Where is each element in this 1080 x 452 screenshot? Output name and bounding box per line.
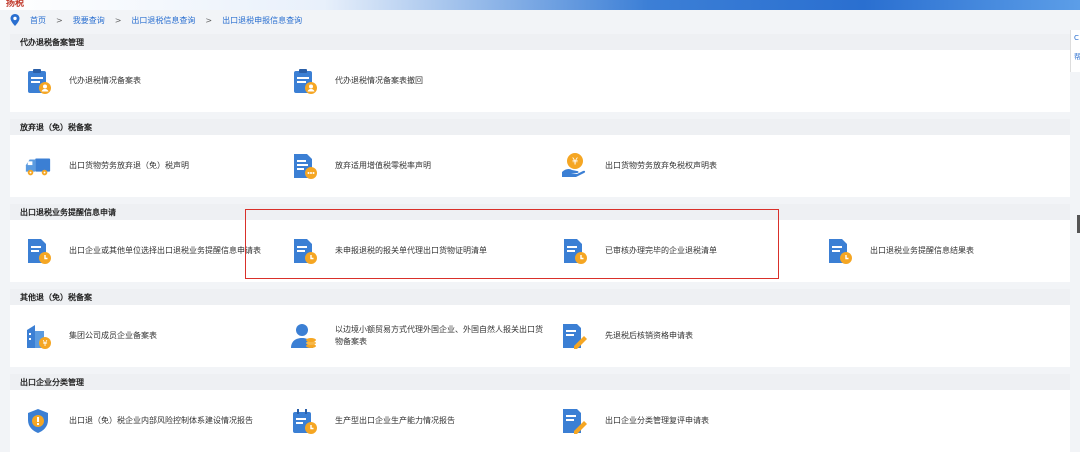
breadcrumb-home[interactable]: 首页 (30, 15, 46, 26)
menu-item-agency-record-withdraw[interactable]: 代办退税情况备案表撤回 (290, 50, 423, 112)
menu-item-label: 放弃适用增值税零税率声明 (335, 161, 431, 170)
document-clock-icon (825, 237, 853, 265)
document-clock-icon (24, 237, 52, 265)
section-agency-refund: 代办退税备案管理 代办退税情况备案表 代办退税情况备案表撤回 (10, 34, 1070, 112)
side-help-tab[interactable]: C 帮 (1070, 30, 1080, 72)
logo: 扬税 (6, 0, 25, 9)
money-hand-icon: ¥ (560, 152, 588, 180)
document-chat-icon (290, 152, 318, 180)
menu-item-label: 已审核办理完毕的企业退税清单 (605, 246, 717, 255)
section-other-refund: 其他退（免）税备案 ¥ 集团公司成员企业备案表 以边境小额贸易方式代理外国企业、… (10, 289, 1070, 367)
menu-item-label: 代办退税情况备案表撤回 (335, 76, 423, 85)
breadcrumb-current: 出口退税申报信息查询 (222, 15, 303, 25)
section-row: 出口货物劳务放弃退（免）税声明 放弃适用增值税零税率声明 ¥ 出口货物劳务放弃免… (10, 135, 1070, 197)
menu-item-reminder-result[interactable]: 出口退税业务提醒信息结果表 (825, 220, 974, 282)
clipboard-user-icon (24, 67, 52, 95)
section-waive-refund: 放弃退（免）税备案 出口货物劳务放弃退（免）税声明 放弃适用增值税零税率声明 ¥… (10, 119, 1070, 197)
menu-item-label: 出口货物劳务放弃免税权声明表 (605, 161, 717, 170)
menu-item-risk-control-report[interactable]: 出口退（免）税企业内部风险控制体系建设情况报告 (24, 390, 253, 452)
breadcrumb-separator: > (205, 15, 213, 25)
menu-item-border-trade-record[interactable]: 以边境小额贸易方式代理外国企业、外国自然人报关出口货物备案表 (290, 305, 545, 367)
menu-item-label: 集团公司成员企业备案表 (69, 331, 157, 340)
menu-item-label: 出口企业分类管理复评申请表 (605, 416, 709, 425)
menu-item-label: 出口企业或其他单位选择出口退税业务提醒信息申请表 (69, 246, 261, 255)
menu-item-waive-declaration[interactable]: 出口货物劳务放弃退（免）税声明 (24, 135, 189, 197)
menu-item-reminder-apply-form[interactable]: 出口企业或其他单位选择出口退税业务提醒信息申请表 (24, 220, 261, 282)
menu-item-label: 生产型出口企业生产能力情况报告 (335, 416, 455, 425)
section-title: 其他退（免）税备案 (10, 289, 1070, 305)
section-classification: 出口企业分类管理 出口退（免）税企业内部风险控制体系建设情况报告 生产型出口企业… (10, 374, 1070, 452)
menu-item-label: 出口货物劳务放弃退（免）税声明 (69, 161, 189, 170)
section-row: 出口企业或其他单位选择出口退税业务提醒信息申请表 未申报退税的报关单代理出口货物… (10, 220, 1070, 282)
section-row: ¥ 集团公司成员企业备案表 以边境小额贸易方式代理外国企业、外国自然人报关出口货… (10, 305, 1070, 367)
section-row: 代办退税情况备案表 代办退税情况备案表撤回 (10, 50, 1070, 112)
section-reminder-apply: 出口退税业务提醒信息申请 出口企业或其他单位选择出口退税业务提醒信息申请表 未申… (10, 204, 1070, 282)
svg-text:¥: ¥ (572, 157, 578, 168)
menu-item-group-member-record[interactable]: ¥ 集团公司成员企业备案表 (24, 305, 157, 367)
shield-exclamation-icon (24, 407, 52, 435)
breadcrumb-separator: > (114, 15, 122, 25)
top-banner: 扬税 (0, 0, 1080, 10)
menu-item-label: 先退税后核销资格申请表 (605, 331, 693, 340)
menu-item-approved-refund-list[interactable]: 已审核办理完毕的企业退税清单 (560, 220, 717, 282)
breadcrumb: 首页 > 我要查询 > 出口退税信息查询 > 出口退税申报信息查询 (0, 10, 1080, 30)
building-yuan-icon: ¥ (24, 322, 52, 350)
document-pen-icon (560, 407, 588, 435)
menu-item-undeclared-customs-list[interactable]: 未申报退税的报关单代理出口货物证明清单 (290, 220, 487, 282)
breadcrumb-separator: > (56, 15, 63, 25)
section-title: 放弃退（免）税备案 (10, 119, 1070, 135)
svg-text:¥: ¥ (42, 339, 47, 348)
clipboard-user-icon (290, 67, 318, 95)
person-coins-icon (290, 322, 318, 350)
menu-item-label: 代办退税情况备案表 (69, 76, 141, 85)
location-pin-icon (10, 14, 20, 26)
menu-item-waive-exemption[interactable]: ¥ 出口货物劳务放弃免税权声明表 (560, 135, 717, 197)
section-title: 出口企业分类管理 (10, 374, 1070, 390)
menu-item-refund-before-verify[interactable]: 先退税后核销资格申请表 (560, 305, 693, 367)
calendar-clock-icon (290, 407, 318, 435)
breadcrumb-refund-info[interactable]: 出口退税信息查询 (131, 15, 195, 26)
side-tab-char: C (1074, 34, 1079, 42)
document-pen-icon (560, 322, 588, 350)
section-row: 出口退（免）税企业内部风险控制体系建设情况报告 生产型出口企业生产能力情况报告 … (10, 390, 1070, 452)
truck-icon (24, 152, 52, 180)
menu-item-label: 出口退税业务提醒信息结果表 (870, 246, 974, 255)
menu-item-agency-record[interactable]: 代办退税情况备案表 (24, 50, 141, 112)
menu-item-label: 出口退（免）税企业内部风险控制体系建设情况报告 (69, 416, 253, 425)
section-title: 出口退税业务提醒信息申请 (10, 204, 1070, 220)
side-tab-char: 帮 (1074, 53, 1080, 61)
menu-item-label: 以边境小额贸易方式代理外国企业、外国自然人报关出口货物备案表 (335, 325, 543, 346)
menu-item-label: 未申报退税的报关单代理出口货物证明清单 (335, 246, 487, 255)
menu-item-production-capacity-report[interactable]: 生产型出口企业生产能力情况报告 (290, 390, 455, 452)
document-clock-icon (290, 237, 318, 265)
menu-item-reclassification-apply[interactable]: 出口企业分类管理复评申请表 (560, 390, 709, 452)
document-clock-icon (560, 237, 588, 265)
section-title: 代办退税备案管理 (10, 34, 1070, 50)
breadcrumb-query[interactable]: 我要查询 (73, 15, 105, 26)
menu-item-zero-rate-waive[interactable]: 放弃适用增值税零税率声明 (290, 135, 431, 197)
